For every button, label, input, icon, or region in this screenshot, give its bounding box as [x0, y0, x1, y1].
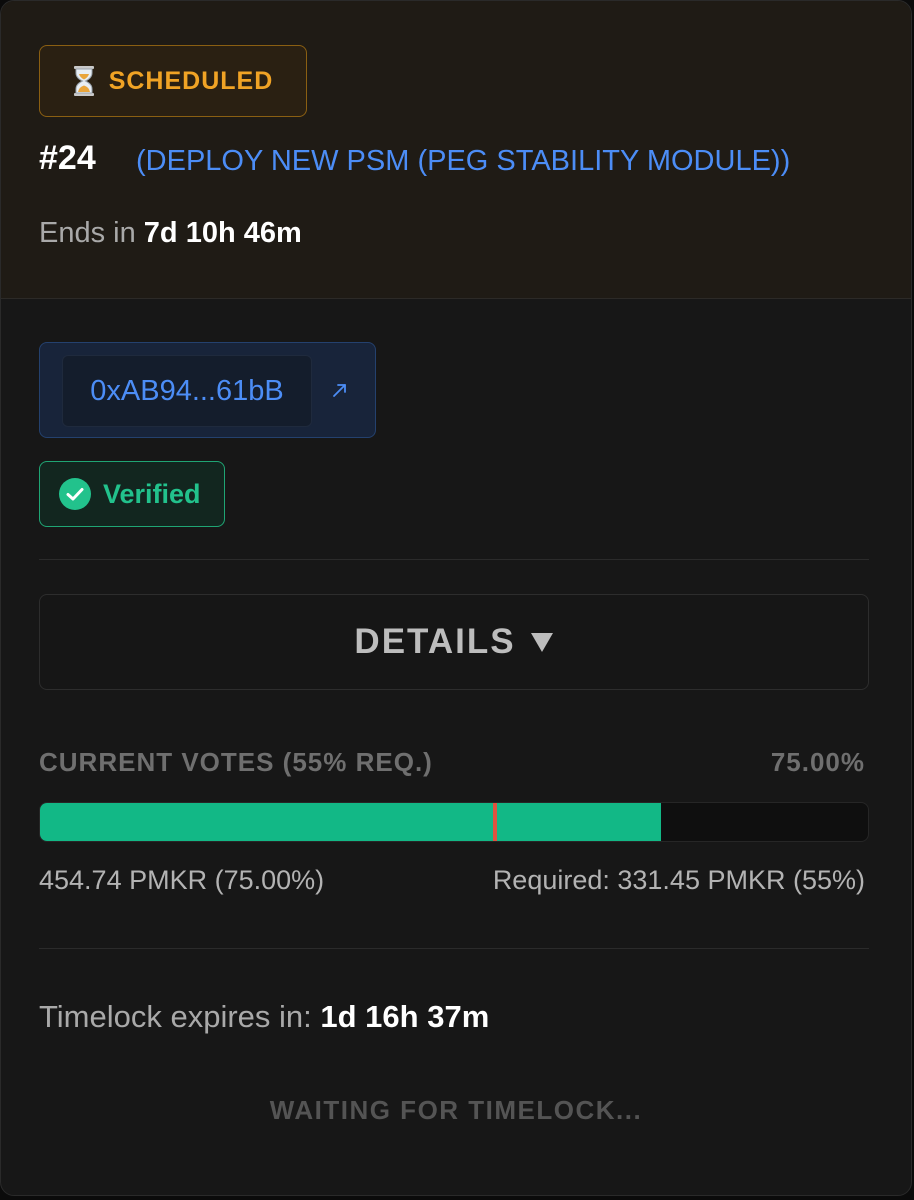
hourglass-icon	[73, 66, 94, 96]
proposal-title-link[interactable]: (DEPLOY NEW PSM (PEG STABILITY MODULE))	[136, 145, 790, 178]
timelock-value: 1d 16h 37m	[320, 999, 490, 1034]
ends-in-text: Ends in 7d 10h 46m	[39, 217, 302, 250]
contract-address-box[interactable]: 0xAB94...61bB	[39, 342, 376, 438]
external-link-icon[interactable]	[329, 379, 351, 401]
verified-badge: Verified	[39, 461, 225, 527]
votes-progress-bar	[39, 802, 869, 842]
required-amount: Required: 331.45 PMKR (55%)	[492, 865, 865, 895]
status-badge: SCHEDULED	[39, 45, 307, 117]
proposal-header: SCHEDULED #24 (DEPLOY NEW PSM (PEG STABI…	[1, 1, 911, 299]
verified-label: Verified	[103, 478, 201, 509]
contract-address[interactable]: 0xAB94...61bB	[90, 375, 283, 408]
votes-percent: 75.00%	[770, 747, 865, 777]
proposal-number: #24	[39, 139, 96, 177]
proposal-card: SCHEDULED #24 (DEPLOY NEW PSM (PEG STABI…	[0, 0, 912, 1196]
section-divider	[39, 559, 869, 560]
section-divider	[39, 948, 869, 949]
timelock-label: Timelock expires in:	[39, 999, 321, 1034]
check-circle-icon	[59, 478, 91, 510]
ends-in-value: 7d 10h 46m	[143, 217, 302, 249]
status-label: SCHEDULED	[108, 66, 274, 95]
caret-down-icon	[530, 633, 553, 652]
required-threshold-marker	[493, 803, 498, 841]
ends-in-label: Ends in	[39, 217, 144, 249]
details-label: DETAILS	[354, 622, 516, 661]
votes-amount: 454.74 PMKR (75.00%)	[39, 865, 325, 895]
votes-progress-fill	[40, 803, 661, 841]
waiting-status: WAITING FOR TIMELOCK...	[269, 1095, 643, 1125]
details-toggle-button[interactable]: DETAILS	[39, 594, 869, 690]
contract-address-chip[interactable]: 0xAB94...61bB	[62, 355, 312, 427]
votes-heading: CURRENT VOTES (55% REQ.)	[39, 747, 433, 777]
timelock-text: Timelock expires in: 1d 16h 37m	[39, 999, 489, 1035]
